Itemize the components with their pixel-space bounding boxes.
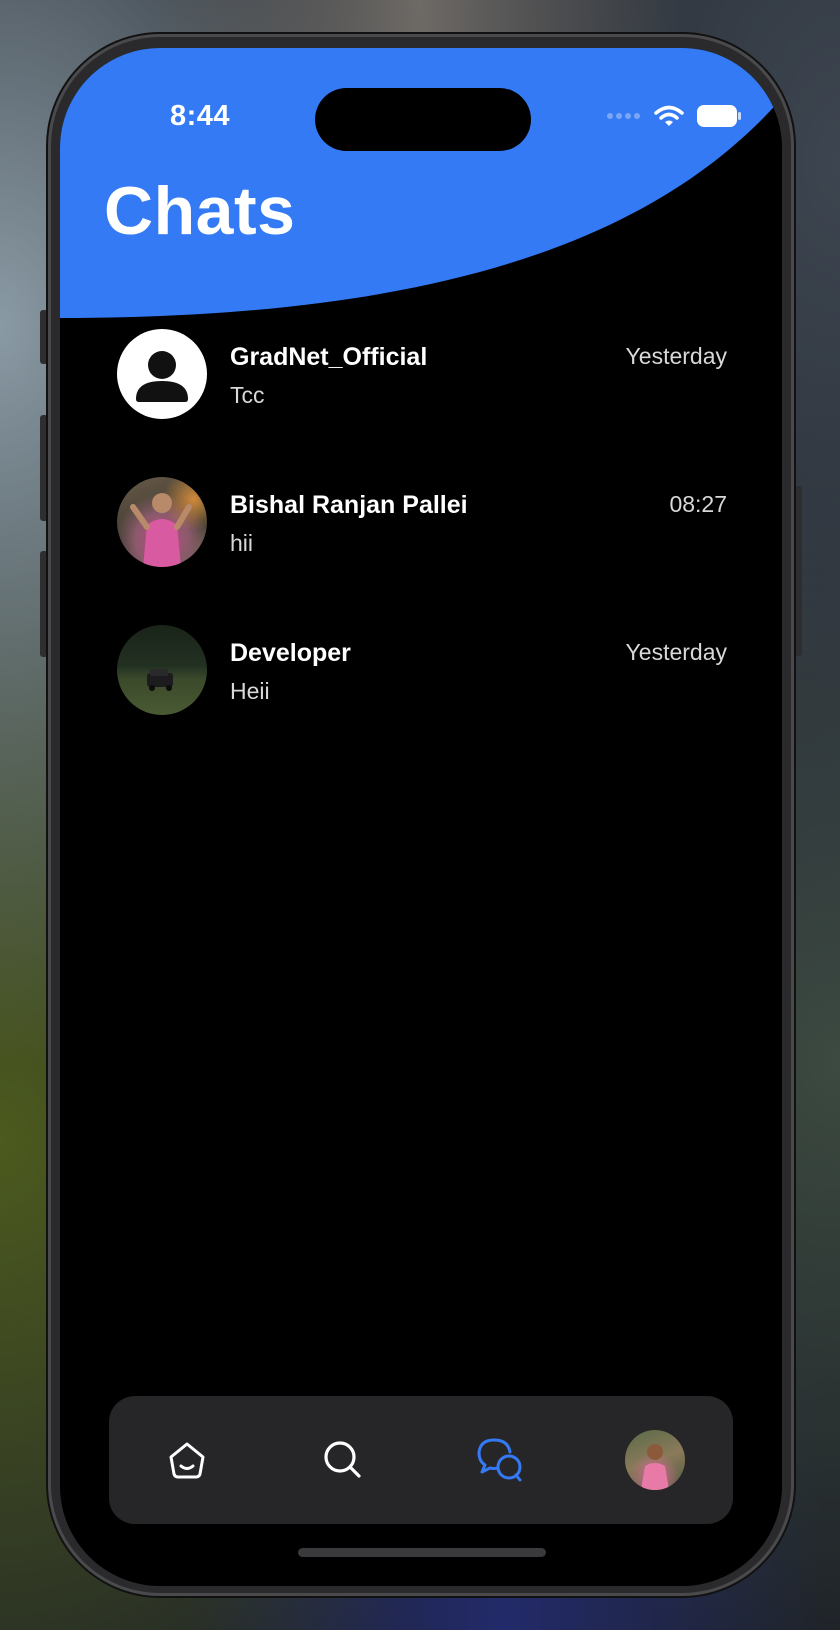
person-photo [641,1444,669,1490]
profile-avatar [625,1430,685,1490]
status-icons [606,104,742,128]
chat-preview: Tcc [230,382,265,408]
dynamic-island [315,88,531,151]
tab-home[interactable] [157,1430,217,1490]
battery-icon [697,105,741,127]
status-time: 8:44 [170,100,231,132]
volume-down-button [40,551,48,657]
home-icon [169,1442,205,1479]
chats-icon [477,1438,522,1482]
app-screen: 8:44 Chats GradNet_Official Yesterday Tc… [60,48,782,1586]
page-title: Chats [104,173,296,249]
power-button [794,486,802,656]
chat-time: Yesterday [625,343,727,369]
car-photo [147,669,173,691]
chat-preview: Heii [230,678,270,704]
chat-row-bishal[interactable]: Bishal Ranjan Pallei 08:27 hii [117,477,727,625]
volume-up-button [40,415,48,521]
tab-chats[interactable] [469,1430,529,1490]
chat-row-gradnet[interactable]: GradNet_Official Yesterday Tcc [117,329,727,477]
cellular-signal-icon [607,113,640,119]
chat-name: Bishal Ranjan Pallei [230,491,468,519]
tab-bar [109,1396,733,1524]
action-button [40,310,48,364]
tab-profile[interactable] [625,1430,685,1490]
avatar [117,329,207,419]
default-person-icon [136,351,188,402]
search-icon [324,1441,361,1478]
tab-search[interactable] [313,1430,373,1490]
chat-preview: hii [230,530,254,556]
person-photo [130,493,192,567]
chat-row-developer[interactable]: Developer Yesterday Heii [117,625,727,773]
wifi-icon [654,105,684,126]
chat-time: Yesterday [625,639,727,665]
avatar [117,477,207,567]
avatar [117,625,207,715]
chat-name: Developer [230,639,351,667]
home-indicator [298,1548,546,1557]
chat-name: GradNet_Official [230,343,428,371]
chat-list: GradNet_Official Yesterday Tcc Bishal Ra… [117,329,727,773]
chat-time: 08:27 [669,491,727,517]
